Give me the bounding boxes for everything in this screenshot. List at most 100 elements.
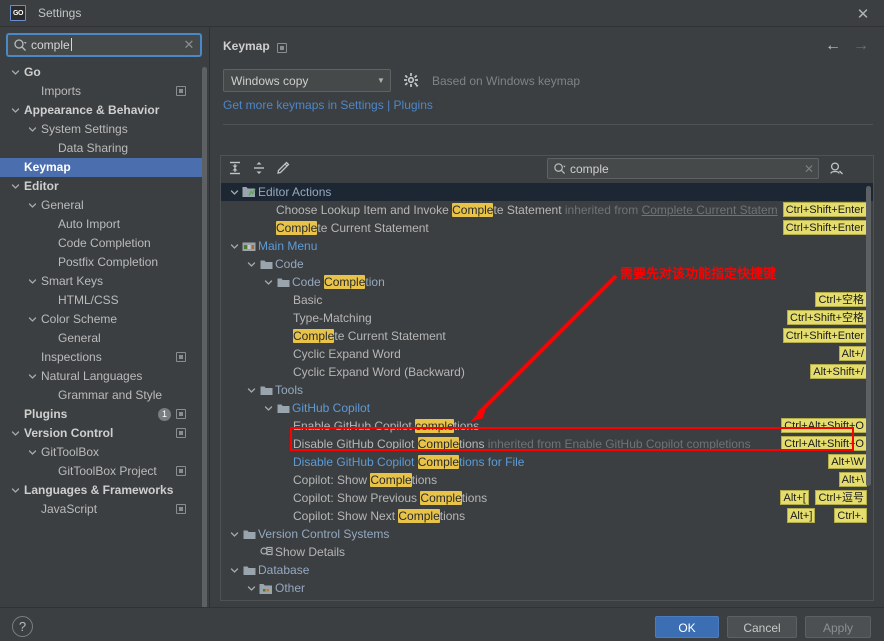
chevron-down-icon[interactable] [27,272,38,291]
keymap-tree-scrollbar[interactable] [866,186,871,486]
keymap-row[interactable]: Tools [221,381,873,399]
sidebar-search-input[interactable]: comple [31,38,180,52]
keymap-row[interactable]: Copilot: Show Next Completions Ctrl+. Alt+… [221,507,873,525]
sidebar-item-html-css[interactable]: HTML/CSS [0,291,204,310]
sidebar-item-code-completion[interactable]: Code Completion [0,234,204,253]
keymap-row[interactable]: Main Menu [221,237,873,255]
keymap-row[interactable]: Database [221,561,873,579]
sidebar-item-label: HTML/CSS [58,293,119,307]
keymap-row[interactable]: Other [221,579,873,597]
sidebar-item-smart-keys[interactable]: Smart Keys [0,272,204,291]
chevron-down-icon[interactable] [246,255,257,273]
chevron-down-icon[interactable] [10,63,21,82]
sidebar-scrollbar[interactable] [202,67,207,612]
chevron-down-icon[interactable] [10,177,21,196]
keymap-row[interactable]: Cyclic Expand Word (Backward) Alt+Shift+/ [221,363,873,381]
sidebar-item-keymap[interactable]: Keymap [0,158,204,177]
sidebar-item-javascript[interactable]: JavaScript [0,500,204,519]
sidebar-item-plugins[interactable]: Plugins 1 [0,405,204,424]
sidebar-item-imports[interactable]: Imports [0,82,204,101]
ok-button[interactable]: OK [655,616,719,638]
keymap-row[interactable]: Cyclic Expand Word Alt+/ [221,345,873,363]
sidebar-item-grammar-and-style[interactable]: Grammar and Style [0,386,204,405]
keymap-row[interactable]: Show Details [221,543,873,561]
keymap-row[interactable]: Editor Actions [221,183,873,201]
nav-forward-icon[interactable]: → [850,37,872,55]
chevron-down-icon[interactable] [10,481,21,500]
sidebar-item-postfix-completion[interactable]: Postfix Completion [0,253,204,272]
keymap-action-tree: Editor Actions Choose Lookup Item and Inv… [221,183,873,600]
sidebar-item-auto-import[interactable]: Auto Import [0,215,204,234]
chevron-down-icon[interactable] [229,525,240,543]
chevron-down-icon[interactable] [10,101,21,120]
sidebar-item-color-scheme[interactable]: Color Scheme [0,310,204,329]
chevron-down-icon[interactable] [229,561,240,579]
pencil-edit-icon[interactable] [273,158,293,178]
window-title: Settings [38,6,82,20]
sidebar-item-general[interactable]: General [0,329,204,348]
keymap-search-field[interactable]: comple ✕ [547,158,819,179]
keymap-tree-frame: Editor Actions Choose Lookup Item and Inv… [220,155,874,601]
clear-search-icon[interactable]: ✕ [180,37,198,53]
sidebar-item-gittoolbox[interactable]: GitToolBox [0,443,204,462]
sidebar-item-data-sharing[interactable]: Data Sharing [0,139,204,158]
sidebar-item-label: GitToolBox Project [58,464,157,478]
chevron-down-icon[interactable] [27,196,38,215]
chevron-down-icon[interactable]: ▼ [372,76,390,85]
sidebar-item-version-control[interactable]: Version Control [0,424,204,443]
expand-all-icon[interactable] [225,158,245,178]
keymap-row[interactable]: Version Control Systems [221,525,873,543]
sidebar-item-gittoolbox-project[interactable]: GitToolBox Project [0,462,204,481]
keymap-row[interactable]: GitHub Copilot [221,399,873,417]
keymap-row[interactable]: Disable GitHub Copilot Completions for F… [221,453,873,471]
chevron-down-icon[interactable] [27,443,38,462]
chevron-down-icon[interactable] [27,367,38,386]
nav-back-icon[interactable]: ← [822,37,844,55]
keymap-row[interactable]: Basic Ctrl+空格 [221,291,873,309]
keymap-row[interactable]: Copilot: Show Completions Alt+\ [221,471,873,489]
keymap-row[interactable]: Type-Matching Ctrl+Shift+空格 [221,309,873,327]
sidebar-item-inspections[interactable]: Inspections [0,348,204,367]
keymap-row[interactable]: Complete Current Statement Ctrl+Shift+Ent… [221,327,873,345]
chevron-down-icon[interactable] [229,183,240,201]
sidebar-item-general[interactable]: General [0,196,204,215]
keymap-search-input[interactable]: comple [570,162,800,176]
help-button[interactable]: ? [12,616,33,637]
sidebar-item-go[interactable]: Go [0,63,204,82]
sidebar-item-languages-frameworks[interactable]: Languages & Frameworks [0,481,204,500]
sidebar-item-editor[interactable]: Editor [0,177,204,196]
sidebar-item-label: Appearance & Behavior [24,103,160,117]
collapse-all-icon[interactable] [249,158,269,178]
get-more-keymaps-link[interactable]: Get more keymaps in Settings | Plugins [223,98,433,112]
page-title: Keymap [223,39,270,53]
sidebar-item-label: System Settings [41,122,128,136]
shortcut-badge: Ctrl+Shift+Enter [782,328,867,343]
keymap-select[interactable]: Windows copy ▼ [223,69,391,92]
cancel-button[interactable]: Cancel [727,616,797,638]
filter-shortcut-icon[interactable] [826,158,846,178]
chevron-down-icon[interactable] [10,424,21,443]
keymap-row[interactable]: Choose Lookup Item and Invoke Complete S… [221,201,873,219]
folder-icon [276,273,290,291]
keymap-row[interactable]: Copilot: Show Previous Completions Ctrl+逗… [221,489,873,507]
settings-sidebar: comple ✕ Go Imports Appearance & Behavior S… [0,27,210,612]
close-icon[interactable]: ✕ [842,0,884,27]
sidebar-item-natural-languages[interactable]: Natural Languages [0,367,204,386]
chevron-down-icon[interactable] [246,381,257,399]
gear-icon[interactable] [403,72,420,89]
keymap-row[interactable]: Complete Current Statement Ctrl+Shift+Ent… [221,219,873,237]
sidebar-search-field[interactable]: comple ✕ [6,33,202,57]
keymap-row-label: GitHub Copilot [292,401,371,415]
chevron-down-icon[interactable] [263,399,274,417]
chevron-down-icon[interactable] [263,273,274,291]
sidebar-item-system-settings[interactable]: System Settings [0,120,204,139]
apply-button[interactable]: Apply [805,616,871,638]
chevron-down-icon[interactable] [246,579,257,597]
chevron-down-icon[interactable] [27,310,38,329]
chevron-down-icon[interactable] [229,237,240,255]
plugin-update-count-badge: 1 [158,408,171,421]
clear-keymap-search-icon[interactable]: ✕ [800,162,818,176]
sidebar-item-appearance-behavior[interactable]: Appearance & Behavior [0,101,204,120]
chevron-down-icon[interactable] [27,120,38,139]
show-details-icon [259,543,273,561]
